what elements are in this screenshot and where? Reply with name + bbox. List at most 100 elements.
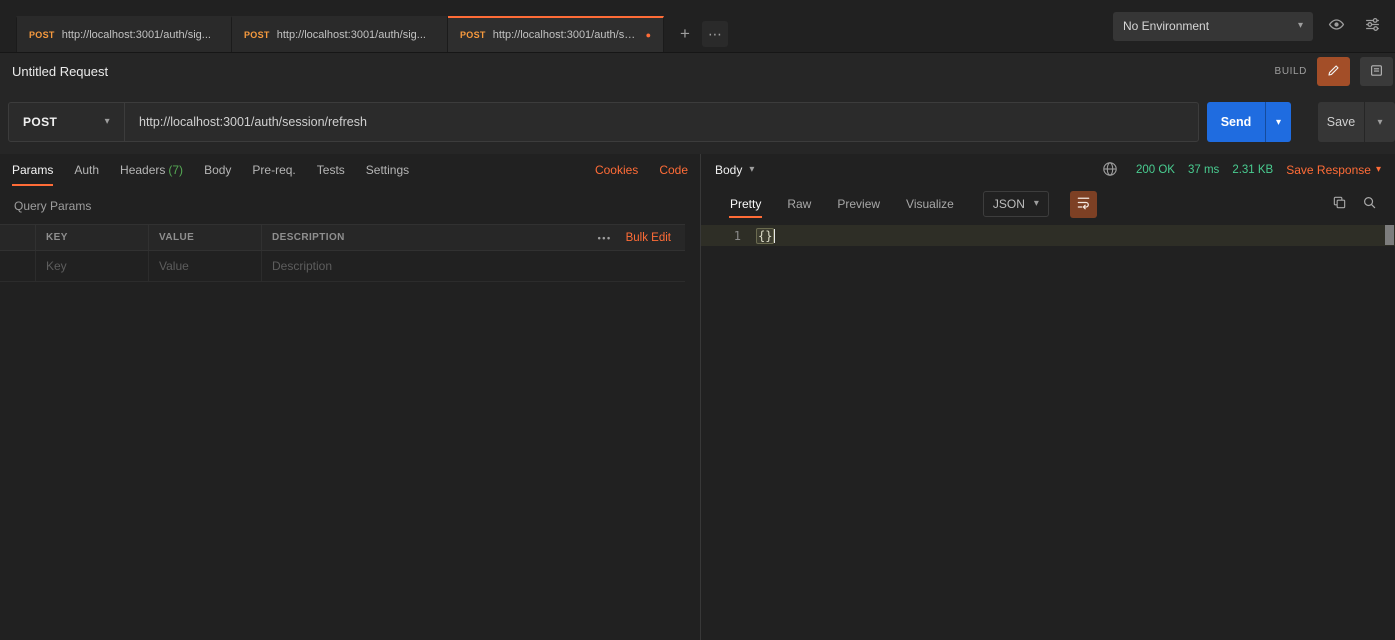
save-button[interactable]: Save <box>1318 102 1364 142</box>
main-split: Params Auth Headers (7) Body Pre-req. Te… <box>0 154 1395 640</box>
description-column-header: DESCRIPTION ••• Bulk Edit <box>262 225 685 250</box>
new-tab-button[interactable]: + <box>672 21 698 47</box>
line-number: 1 <box>701 229 757 243</box>
tab-headers[interactable]: Headers (7) <box>120 154 183 186</box>
param-value-input[interactable] <box>149 251 262 281</box>
value-column-header: VALUE <box>149 225 262 250</box>
response-meta: 200 OK 37 ms 2.31 KB Save Response ▾ <box>1097 157 1381 183</box>
save-button-group: Save ▾ <box>1318 102 1395 142</box>
method-label: POST <box>23 115 57 129</box>
response-body-label: Body <box>715 163 742 177</box>
save-response-button[interactable]: Save Response ▾ <box>1286 163 1381 177</box>
bulk-edit-link[interactable]: Bulk Edit <box>626 232 671 244</box>
request-tab-2[interactable]: POST http://localhost:3001/auth/sig... <box>232 16 448 52</box>
send-button-group: Send ▾ <box>1207 102 1291 142</box>
param-description-input[interactable] <box>262 251 685 281</box>
pencil-icon <box>1326 63 1341 81</box>
tab-method-badge: POST <box>244 30 270 40</box>
view-tab-visualize[interactable]: Visualize <box>895 191 965 217</box>
tab-method-badge: POST <box>29 30 55 40</box>
response-time: 37 ms <box>1188 164 1219 176</box>
chevron-down-icon: ▾ <box>749 165 754 175</box>
wrap-text-toggle[interactable] <box>1070 191 1097 218</box>
view-tab-pretty[interactable]: Pretty <box>719 191 772 217</box>
method-selector[interactable]: POST ▾ <box>9 103 125 141</box>
view-tab-raw[interactable]: Raw <box>776 191 822 217</box>
environment-area: No Environment ▾ <box>1113 12 1395 41</box>
environment-label: No Environment <box>1123 19 1209 33</box>
request-tab-3-active[interactable]: POST http://localhost:3001/auth/ses... ● <box>448 16 664 52</box>
status-badge: 200 OK <box>1136 164 1175 176</box>
format-selector[interactable]: JSON ▾ <box>983 191 1049 217</box>
request-config-tabs: Params Auth Headers (7) Body Pre-req. Te… <box>0 154 700 186</box>
params-table-header: KEY VALUE DESCRIPTION ••• Bulk Edit <box>0 224 685 251</box>
key-column-header: KEY <box>36 225 149 250</box>
environment-selector[interactable]: No Environment ▾ <box>1113 12 1313 41</box>
more-options-icon[interactable]: ••• <box>598 233 612 243</box>
response-toolbar: Pretty Raw Preview Visualize JSON ▾ <box>701 186 1395 222</box>
request-panel: Params Auth Headers (7) Body Pre-req. Te… <box>0 154 701 640</box>
build-label: BUILD <box>1275 66 1307 77</box>
tab-headers-label: Headers <box>120 163 165 177</box>
settings-sliders-button[interactable] <box>1359 13 1385 39</box>
url-input[interactable] <box>125 103 1198 141</box>
headers-count-badge: (7) <box>168 163 183 177</box>
environment-quick-look-button[interactable] <box>1323 13 1349 39</box>
scrollbar-thumb[interactable] <box>1385 225 1394 245</box>
view-tab-preview[interactable]: Preview <box>826 191 891 217</box>
params-table: KEY VALUE DESCRIPTION ••• Bulk Edit <box>0 224 685 282</box>
tab-auth[interactable]: Auth <box>74 154 99 186</box>
copy-response-button[interactable] <box>1327 192 1351 216</box>
description-label: DESCRIPTION <box>272 232 345 243</box>
response-body-dropdown[interactable]: Body ▾ <box>715 163 754 177</box>
response-panel: Body ▾ 200 OK 37 ms 2.31 KB Save Respons… <box>701 154 1395 640</box>
tab-method-badge: POST <box>460 30 486 40</box>
save-response-label: Save Response <box>1286 163 1371 177</box>
send-options-button[interactable]: ▾ <box>1265 102 1291 142</box>
tab-pre-request[interactable]: Pre-req. <box>252 154 295 186</box>
tab-tests[interactable]: Tests <box>317 154 345 186</box>
tab-bar: POST http://localhost:3001/auth/sig... P… <box>0 0 1395 53</box>
row-select-column <box>0 225 36 250</box>
sliders-icon <box>1364 16 1381 36</box>
tab-params[interactable]: Params <box>12 154 53 186</box>
chevron-down-icon: ▾ <box>105 117 110 127</box>
send-button[interactable]: Send <box>1207 102 1265 142</box>
text-cursor <box>774 229 775 243</box>
search-icon <box>1362 195 1377 213</box>
tab-url-label: http://localhost:3001/auth/ses... <box>493 29 639 41</box>
code-content: {} <box>757 229 773 243</box>
tab-settings[interactable]: Settings <box>366 154 409 186</box>
request-tab-1[interactable]: POST http://localhost:3001/auth/sig... <box>16 16 232 52</box>
tab-url-label: http://localhost:3001/auth/sig... <box>62 29 219 41</box>
globe-icon <box>1102 161 1118 180</box>
edit-request-button[interactable] <box>1317 57 1350 86</box>
url-box: POST ▾ <box>8 102 1199 142</box>
chevron-down-icon: ▾ <box>1298 21 1303 31</box>
request-title[interactable]: Untitled Request <box>12 64 108 79</box>
eye-icon <box>1328 16 1345 36</box>
network-info-button[interactable] <box>1097 157 1123 183</box>
request-header: Untitled Request BUILD <box>0 53 1395 90</box>
cookies-link[interactable]: Cookies <box>595 163 638 177</box>
chevron-down-icon: ▾ <box>1376 165 1381 175</box>
params-empty-row <box>0 251 685 282</box>
wrap-text-icon <box>1076 195 1091 213</box>
tab-options-button[interactable]: ⋯ <box>702 21 728 47</box>
app-window: POST http://localhost:3001/auth/sig... P… <box>0 0 1395 640</box>
save-options-button[interactable]: ▾ <box>1364 102 1395 142</box>
tab-url-label: http://localhost:3001/auth/sig... <box>277 29 435 41</box>
code-link[interactable]: Code <box>659 163 688 177</box>
tab-body[interactable]: Body <box>204 154 231 186</box>
copy-icon <box>1332 195 1347 213</box>
format-label: JSON <box>993 197 1025 211</box>
param-key-input[interactable] <box>36 251 149 281</box>
url-bar-row: POST ▾ Send ▾ Save ▾ <box>0 90 1395 154</box>
search-response-button[interactable] <box>1357 192 1381 216</box>
documentation-button[interactable] <box>1360 57 1393 86</box>
response-size: 2.31 KB <box>1232 164 1273 176</box>
response-toolbar-right <box>1327 192 1381 216</box>
table-header-actions: ••• Bulk Edit <box>598 232 675 244</box>
request-header-actions: BUILD <box>1275 57 1395 86</box>
response-body-editor[interactable]: 1 {} <box>701 222 1395 640</box>
